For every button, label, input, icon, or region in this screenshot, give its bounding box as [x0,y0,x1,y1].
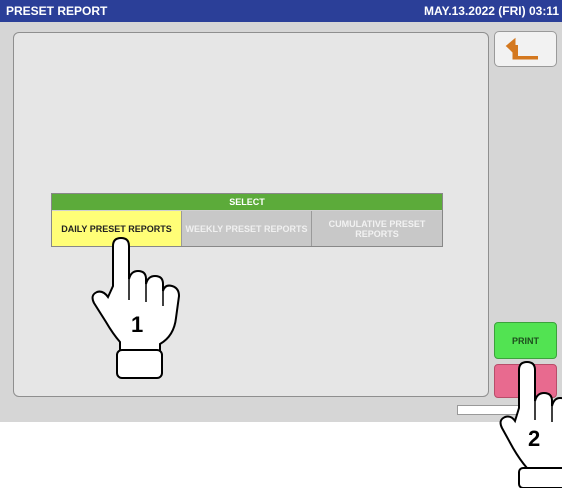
step-1-number: 1 [131,312,143,337]
pointing-hand-icon [91,236,181,379]
step-2-number: 2 [528,426,540,451]
instruction-overlay: 1 2 [91,236,562,488]
pointing-hand-icon [499,360,562,488]
